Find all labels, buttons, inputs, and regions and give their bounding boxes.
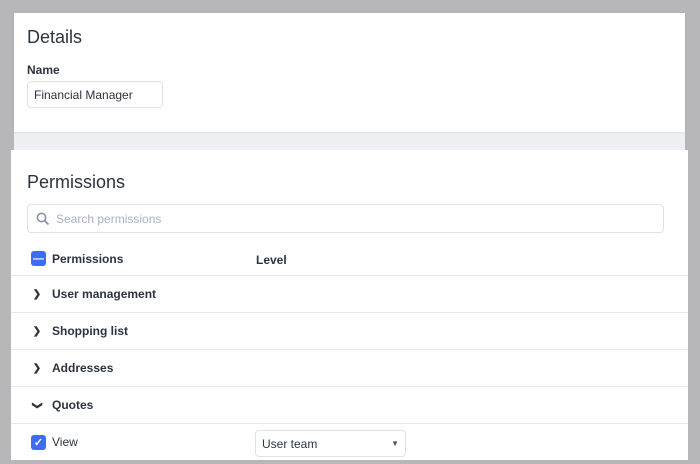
name-label: Name — [27, 63, 60, 77]
select-all-checkbox[interactable]: — — [31, 251, 46, 266]
search-input[interactable]: Search permissions — [27, 204, 664, 233]
permissions-card: Permissions Search permissions — Permiss… — [11, 150, 688, 460]
level-select[interactable]: User team ▼ — [255, 430, 406, 457]
name-value: Financial Manager — [34, 87, 133, 102]
chevron-right-icon: ❯ — [32, 325, 42, 337]
search-placeholder: Search permissions — [56, 211, 162, 226]
permissions-title: Permissions — [27, 172, 126, 192]
level-value: User team — [262, 436, 318, 451]
col-permissions-header: Permissions — [52, 251, 124, 266]
group-row-addresses[interactable]: ❯ Addresses — [11, 349, 688, 386]
group-label: Addresses — [52, 361, 114, 375]
group-label: Quotes — [52, 398, 94, 412]
section-gap — [14, 132, 685, 152]
permission-row-view: ✓ View User team ▼ — [11, 423, 688, 460]
col-level-header: Level — [256, 253, 287, 267]
view-checkbox[interactable]: ✓ — [31, 434, 46, 450]
chevron-right-icon: ❯ — [32, 288, 42, 300]
group-row-shopping-list[interactable]: ❯ Shopping list — [11, 312, 688, 349]
view-label: View — [52, 435, 78, 449]
chevron-right-icon: ❯ — [32, 362, 42, 374]
chevron-down-icon: ❯ — [31, 400, 43, 410]
search-icon — [36, 212, 50, 225]
group-label: Shopping list — [52, 324, 128, 338]
caret-down-icon: ▼ — [391, 439, 399, 448]
group-label: User management — [52, 287, 157, 301]
group-row-quotes[interactable]: ❯ Quotes — [11, 386, 688, 423]
details-title: Details — [27, 27, 83, 47]
group-row-user-management[interactable]: ❯ User management — [11, 275, 688, 312]
details-card: Details Name Financial Manager — [14, 13, 685, 132]
name-input[interactable]: Financial Manager — [27, 81, 163, 108]
